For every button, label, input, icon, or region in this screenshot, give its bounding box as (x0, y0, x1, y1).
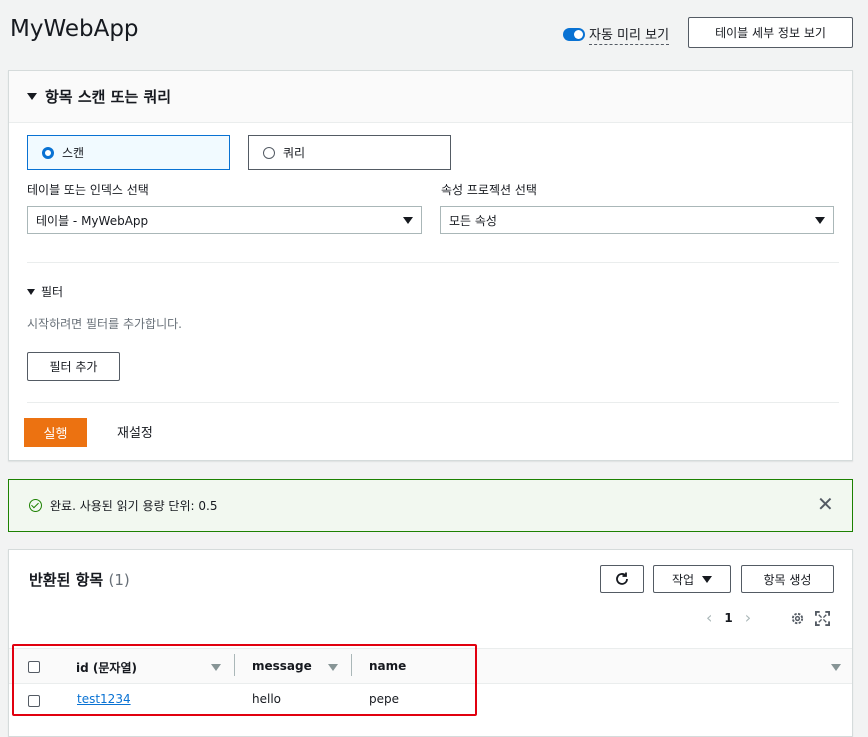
projection-select[interactable]: 모든 속성 (440, 206, 834, 234)
chevron-right-icon[interactable]: › (745, 608, 751, 627)
pagination: ‹ 1 › (706, 608, 751, 627)
caret-down-icon (27, 93, 37, 100)
page-title: MyWebApp (10, 16, 139, 42)
scan-query-panel: 항목 스캔 또는 쿼리 스캔 쿼리 테이블 또는 인덱스 선택 테이블 - My… (8, 70, 853, 461)
success-flash: 완료. 사용된 읽기 용량 단위: 0.5 (8, 479, 853, 532)
table-select-value: 테이블 - MyWebApp (36, 213, 149, 228)
page-number[interactable]: 1 (724, 611, 732, 625)
actions-label: 작업 (671, 572, 695, 587)
toggle-switch-icon[interactable] (563, 28, 585, 41)
refresh-button[interactable] (600, 565, 644, 593)
query-radio-option[interactable]: 쿼리 (248, 135, 451, 170)
dropdown-arrow-icon (403, 216, 413, 224)
filter-hint: 시작하려면 필터를 추가합니다. (27, 317, 182, 331)
actions-button[interactable]: 작업 (653, 565, 731, 593)
gear-icon[interactable] (790, 611, 805, 626)
highlight-box (12, 644, 477, 716)
fullscreen-icon[interactable] (815, 611, 830, 626)
chevron-down-icon (702, 575, 713, 583)
run-button[interactable]: 실행 (24, 418, 87, 447)
refresh-icon (616, 572, 628, 585)
projection-select-value: 모든 속성 (449, 213, 497, 228)
radio-selected-icon[interactable] (42, 146, 54, 159)
projection-select-label: 속성 프로젝션 선택 (441, 183, 537, 197)
table-select-label: 테이블 또는 인덱스 선택 (27, 183, 149, 197)
results-title-text: 반환된 항목 (29, 571, 104, 589)
radio-unselected-icon[interactable] (263, 146, 275, 159)
scan-panel-header[interactable]: 항목 스캔 또는 쿼리 (9, 71, 852, 123)
query-option-label: 쿼리 (283, 146, 306, 160)
sort-icon[interactable] (831, 664, 841, 671)
flash-message: 완료. 사용된 읽기 용량 단위: 0.5 (50, 499, 218, 513)
table-details-button[interactable]: 테이블 세부 정보 보기 (688, 17, 853, 48)
dropdown-arrow-icon (815, 216, 825, 224)
check-circle-icon (29, 499, 42, 512)
results-count: (1) (108, 571, 130, 589)
section-divider (27, 262, 839, 263)
auto-preview-toggle[interactable]: 자동 미리 보기 (563, 24, 670, 45)
section-divider (27, 402, 839, 403)
add-filter-button[interactable]: 필터 추가 (27, 352, 120, 381)
scan-panel-title: 항목 스캔 또는 쿼리 (45, 88, 172, 106)
caret-down-icon (27, 288, 35, 295)
filter-title: 필터 (41, 285, 64, 299)
create-item-button[interactable]: 항목 생성 (741, 565, 834, 593)
results-title: 반환된 항목 (1) (29, 569, 130, 590)
close-icon[interactable]: ✕ (817, 494, 834, 514)
scan-radio-option[interactable]: 스캔 (27, 135, 230, 170)
chevron-left-icon[interactable]: ‹ (706, 608, 712, 627)
reset-button[interactable]: 재설정 (117, 422, 153, 441)
filter-section-toggle[interactable]: 필터 (27, 283, 63, 300)
auto-preview-label: 자동 미리 보기 (589, 24, 670, 45)
table-select[interactable]: 테이블 - MyWebApp (27, 206, 422, 234)
scan-option-label: 스캔 (62, 146, 85, 160)
